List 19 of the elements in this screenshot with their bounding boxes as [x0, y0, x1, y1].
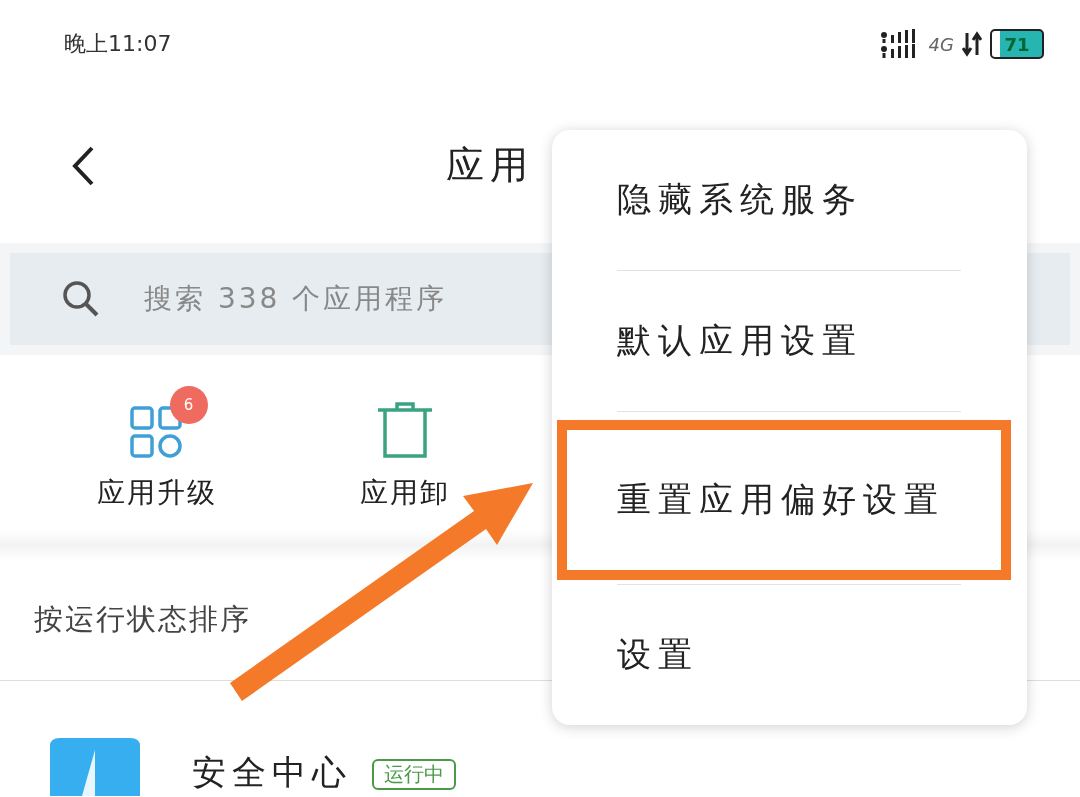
quick-action[interactable]: 应用卸 — [285, 384, 525, 512]
status-time: 晚上11:07 — [64, 30, 172, 58]
data-arrows-icon — [962, 31, 982, 57]
app-name: 安全中心 — [192, 751, 352, 794]
quick-action[interactable]: 6 应用升级 — [28, 384, 285, 512]
menu-item[interactable]: 重置应用偏好设置 — [557, 420, 1011, 580]
menu-item[interactable]: 默认应用设置 — [617, 271, 961, 411]
menu-item[interactable]: 设置 — [617, 585, 961, 725]
battery-indicator: 71 — [990, 29, 1044, 59]
shield-icon — [48, 736, 142, 796]
app-grid-icon — [129, 406, 184, 458]
back-icon[interactable] — [70, 144, 96, 187]
sort-label[interactable]: 按运行状态排序 — [34, 600, 251, 640]
trash-icon — [376, 402, 434, 458]
status-tag: 运行中 — [372, 759, 456, 790]
network-type: 4G — [928, 33, 954, 55]
page-title: 应用 — [446, 142, 534, 189]
search-icon — [62, 280, 100, 318]
count-badge: 6 — [169, 386, 208, 424]
